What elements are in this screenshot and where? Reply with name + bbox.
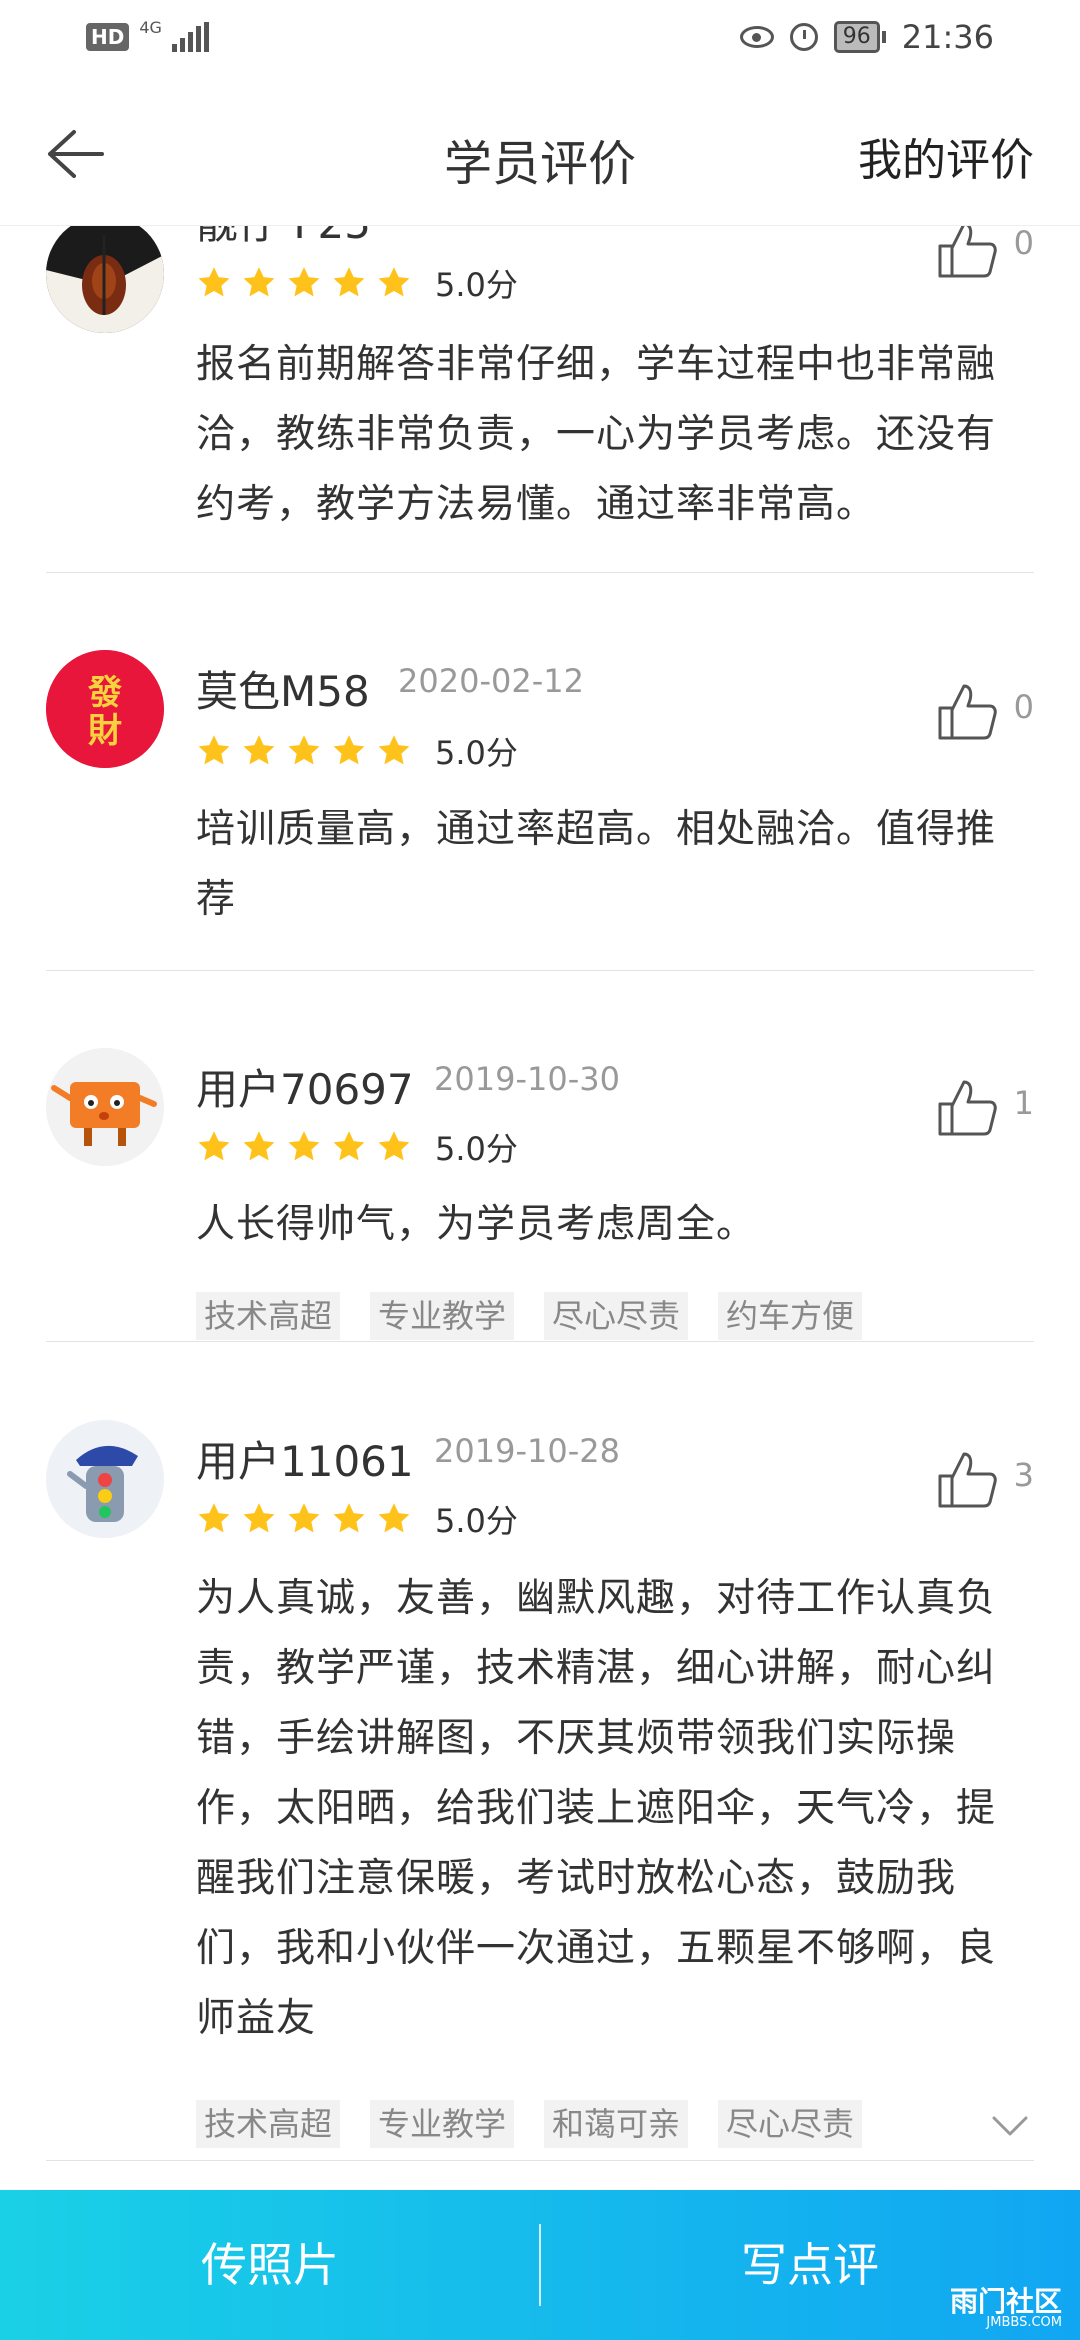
tag: 尽心尽责 (544, 1292, 689, 1340)
avatar[interactable]: 發 財 (46, 650, 164, 768)
thumbs-up-icon[interactable] (936, 218, 1000, 282)
star-icon (243, 267, 275, 297)
network-label: 4G (139, 17, 162, 37)
reviewer-name: 莫色M58 (196, 667, 370, 716)
reviewer-name: 用户70697 (196, 1065, 414, 1114)
avatar[interactable] (46, 1048, 164, 1166)
rating-stars: 5.0分 (196, 1496, 518, 1542)
star-icon (333, 267, 365, 297)
star-icon (198, 735, 230, 765)
like-count: 1 (1013, 1084, 1034, 1122)
alarm-icon (789, 23, 818, 51)
battery-level: 96 (833, 21, 880, 53)
avatar[interactable] (46, 215, 164, 333)
review-item: 用户70697 2019-10-30 5.0分 1 人长得帅气，为学员考虑周全。… (0, 970, 1080, 1342)
thumbs-up-icon[interactable] (936, 1448, 1000, 1512)
status-bar: HD 4G 96 21:36 (0, 0, 1080, 80)
watermark-url: JMBBS.COM (986, 2315, 1062, 2330)
tag: 约车方便 (718, 1292, 863, 1340)
review-date: 2020-02-12 (398, 662, 584, 700)
review-date: 2019-10-28 (434, 1432, 620, 1470)
avatar[interactable] (46, 1420, 164, 1538)
eye-icon (739, 26, 774, 48)
star-icon (198, 1503, 230, 1533)
thumbs-up-icon[interactable] (936, 680, 1000, 744)
star-icon (288, 267, 320, 297)
star-icon (288, 1131, 320, 1161)
upload-photo-button[interactable]: 传照片 (0, 2190, 540, 2340)
rating-score: 5.0分 (435, 1502, 518, 1540)
star-icon (288, 1503, 320, 1533)
rating-score: 5.0分 (435, 266, 518, 304)
app-header: 学员评价 我的评价 (0, 80, 1080, 226)
reviewer-name: 用户11061 (196, 1437, 414, 1486)
tag: 专业教学 (370, 1292, 515, 1340)
thumbs-up-icon[interactable] (936, 1076, 1000, 1140)
tag: 专业教学 (370, 2100, 515, 2148)
signal-icon (171, 22, 209, 52)
like-count: 0 (1013, 224, 1034, 262)
svg-text:財: 財 (88, 711, 122, 751)
clock: 21:36 (901, 18, 994, 56)
star-icon (378, 267, 410, 297)
rating-stars: 5.0分 (196, 728, 518, 774)
star-icon (198, 1131, 230, 1161)
rating-score: 5.0分 (435, 734, 518, 772)
watermark: 雨门社区 JMBBS.COM (950, 2288, 1062, 2330)
star-icon (378, 1131, 410, 1161)
like-count: 3 (1013, 1456, 1034, 1494)
star-icon (243, 1503, 275, 1533)
my-review-button[interactable]: 我的评价 (858, 124, 1034, 188)
review-content: 人长得帅气，为学员考虑周全。 (196, 1202, 757, 1247)
star-icon (333, 1503, 365, 1533)
tag: 技术高超 (196, 1292, 341, 1340)
rating-stars: 5.0分 (196, 1124, 518, 1170)
review-item: 用户11061 2019-10-28 5.0分 3 为人真诚，友善，幽默风趣，对… (0, 1342, 1080, 2162)
review-content: 为人真诚，友善，幽默风趣，对待工作认真负责，教学严谨，技术精湛，细心讲解，耐心纠… (196, 1576, 997, 2041)
status-left: HD 4G (86, 18, 209, 52)
review-date: 2019-10-30 (434, 1060, 620, 1098)
hd-badge: HD (86, 23, 130, 51)
avatar-fortune-seal: 發 財 (46, 650, 164, 768)
review-content: 报名前期解答非常仔细，学车过程中也非常融洽，教练非常负责，一心为学员考虑。还没有… (196, 342, 997, 527)
star-icon (378, 735, 410, 765)
svg-text:發: 發 (87, 673, 122, 713)
star-icon (243, 735, 275, 765)
like-count: 0 (1013, 688, 1034, 726)
star-icon (333, 735, 365, 765)
rating-stars: 5.0分 (196, 260, 518, 306)
tag-list: 技术高超 专业教学 和蔼可亲 尽心尽责 (196, 2100, 863, 2148)
rating-score: 5.0分 (435, 1130, 518, 1168)
battery-icon: 96 (833, 21, 886, 53)
divider (46, 2160, 1034, 2161)
status-right: 96 21:36 (739, 18, 994, 56)
bottom-action-bar: 传照片 写点评 雨门社区 JMBBS.COM (0, 2190, 1080, 2340)
star-icon (243, 1131, 275, 1161)
star-icon (288, 735, 320, 765)
review-item: 發 財 莫色M58 2020-02-12 5.0分 0 培训质量高，通过率超高。… (0, 572, 1080, 972)
tag: 和蔼可亲 (544, 2100, 689, 2148)
watermark-name: 雨门社区 (949, 2285, 1062, 2318)
star-icon (198, 267, 230, 297)
chevron-down-icon[interactable] (990, 2114, 1030, 2138)
review-content: 培训质量高，通过率超高。相处融洽。值得推荐 (196, 807, 997, 922)
star-icon (333, 1131, 365, 1161)
star-icon (378, 1503, 410, 1533)
tag: 尽心尽责 (718, 2100, 863, 2148)
tag: 技术高超 (196, 2100, 341, 2148)
tag-list: 技术高超 专业教学 尽心尽责 约车方便 (196, 1292, 863, 1340)
